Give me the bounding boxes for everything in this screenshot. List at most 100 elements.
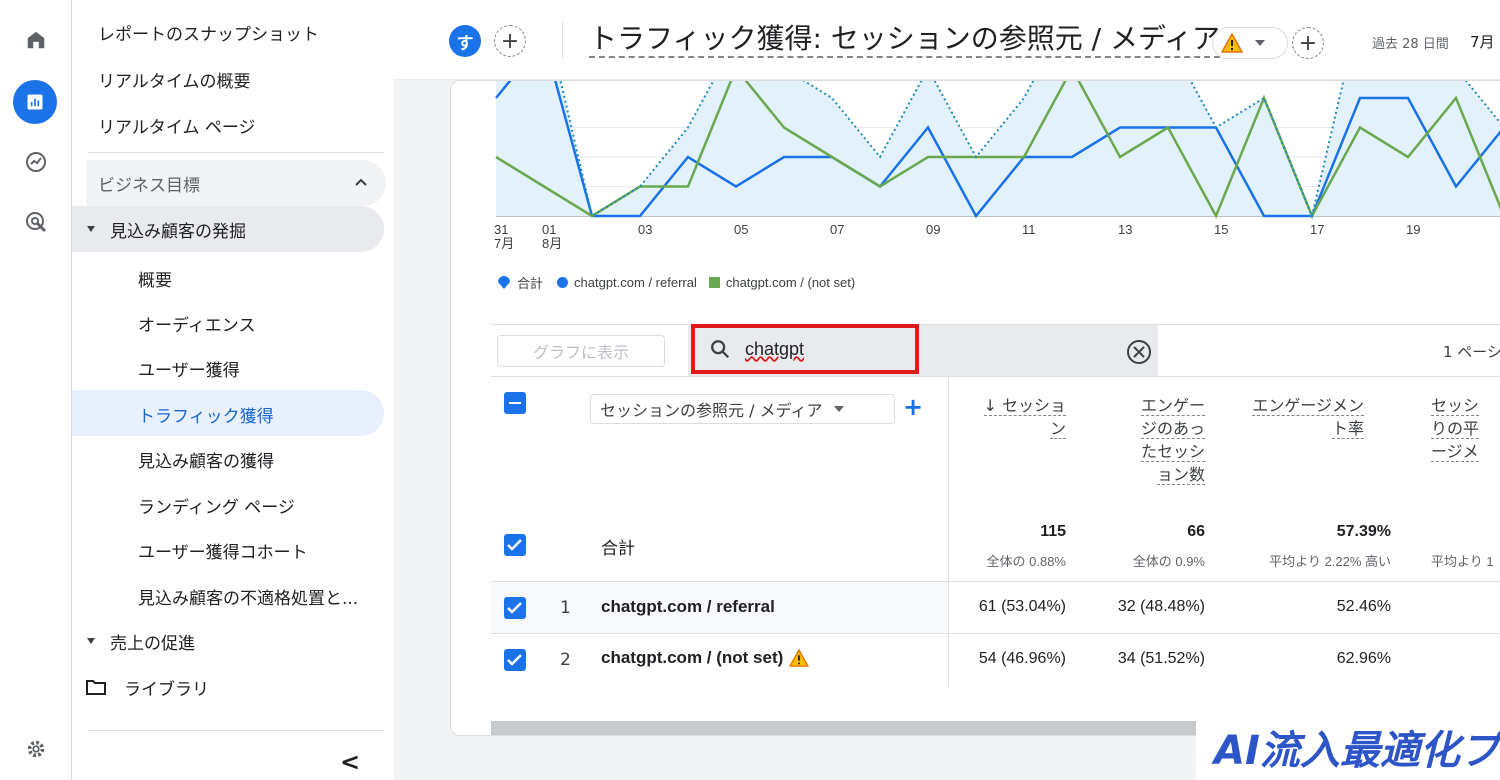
row-sessions: 61 (53.04%) <box>978 598 1066 615</box>
watermark-text: AI流入最適化プロ <box>1214 728 1500 774</box>
add-comparison-button[interactable]: + <box>494 25 526 57</box>
row-index: 2 <box>560 650 571 670</box>
watermark-logo: AI流入最適化プロ <box>1214 718 1500 776</box>
date-range-value[interactable]: 7月 <box>1470 31 1495 52</box>
group-label: 売上の促進 <box>110 633 195 654</box>
header-line: ン <box>1049 419 1066 439</box>
sidebar-divider <box>88 730 384 731</box>
total-rate-sub: 平均より 2.22% 高い <box>1269 554 1391 569</box>
clear-search-icon[interactable] <box>1126 339 1152 365</box>
reports-icon[interactable] <box>13 80 57 124</box>
sidebar-group-sales[interactable]: 売上の促進 <box>72 618 384 664</box>
select-all-checkbox[interactable] <box>504 392 526 414</box>
row-engaged: 32 (48.48%) <box>1117 598 1205 615</box>
circle-icon <box>557 277 569 288</box>
sidebar-section-business-goals[interactable]: ビジネス目標 <box>86 160 386 206</box>
date-range-label[interactable]: 過去 28 日間 <box>1372 33 1449 52</box>
dimension-dropdown[interactable]: セッションの参照元 / メディア <box>590 394 895 424</box>
title-alert-dropdown[interactable] <box>1212 27 1288 59</box>
header-line: ↓ セッショ <box>983 396 1066 416</box>
settings-icon[interactable] <box>18 731 54 767</box>
total-label: 合計 <box>601 539 635 559</box>
sidebar-group-lead-generation[interactable]: 見込み顧客の発掘 <box>72 206 384 252</box>
row-rate: 52.46% <box>1336 598 1391 615</box>
legend-referral: chatgpt.com / referral <box>574 275 697 290</box>
search-value: chatgpt <box>745 338 805 359</box>
search-input[interactable]: chatgpt <box>691 324 919 374</box>
sidebar-item-user-acquisition[interactable]: ユーザー獲得 <box>138 356 240 381</box>
header-line: エンゲージメン <box>1252 396 1364 416</box>
caret-down-icon <box>87 638 95 644</box>
warning-icon <box>1221 33 1243 53</box>
sidebar-item-realtime-pages[interactable]: リアルタイム ページ <box>98 113 256 138</box>
row-name[interactable]: chatgpt.com / referral <box>601 597 775 617</box>
add-dimension-button[interactable]: + <box>903 393 923 421</box>
explore-icon[interactable] <box>18 144 54 180</box>
x-tick-label: 05 <box>734 222 749 237</box>
collapse-sidebar-button[interactable]: < <box>340 748 360 776</box>
pagination-label: 1 ペーシ <box>1443 343 1500 361</box>
header-line: ジのあっ <box>1140 419 1205 439</box>
sidebar-item-disqualification[interactable]: 見込み顧客の不適格処置と... <box>138 584 358 609</box>
x-tick-label: 15 <box>1214 222 1229 237</box>
sidebar-item-overview[interactable]: 概要 <box>138 266 172 291</box>
column-header-engaged-sessions[interactable]: エンゲー ジのあっ たセッシ ョン数 <box>1101 394 1205 486</box>
plot-rows-button[interactable]: グラフに表示 <box>497 335 665 367</box>
home-icon[interactable] <box>18 22 54 58</box>
row-sessions: 54 (46.96%) <box>978 650 1066 667</box>
column-header-truncated[interactable]: セッシ りの平 ージメ <box>1431 394 1500 463</box>
x-tick-label: 11 <box>1022 222 1036 237</box>
legend-total: 合計 <box>517 276 544 291</box>
row-checkbox[interactable] <box>504 649 526 671</box>
report-card: 31 7月 01 8月 03 05 07 09 11 13 15 17 19 2 合計 chatgpt… <box>450 80 1500 736</box>
square-icon <box>708 277 720 288</box>
page-title: トラフィック獲得: セッションの参照元 / メディア <box>589 22 1221 58</box>
sidebar-item-landing-page[interactable]: ランディング ページ <box>138 493 295 518</box>
folder-icon <box>86 680 106 695</box>
sidebar-item-audience[interactable]: オーディエンス <box>138 311 255 336</box>
sidebar-divider <box>88 152 384 153</box>
library-label: ライブラリ <box>124 679 209 700</box>
sidebar-item-traffic-acquisition[interactable]: トラフィック獲得 <box>138 402 274 427</box>
header-line: ージメ <box>1431 442 1479 462</box>
header-line: りの平 <box>1431 419 1480 439</box>
row-checkbox[interactable] <box>504 597 526 619</box>
pin-icon <box>498 275 510 289</box>
add-filter-button[interactable]: + <box>1292 27 1324 59</box>
total-sessions: 115 <box>1040 523 1066 540</box>
column-header-engagement-rate[interactable]: エンゲージメン ト率 <box>1231 394 1364 440</box>
check-icon <box>507 602 522 614</box>
check-icon <box>507 654 522 666</box>
total-engaged: 66 <box>1187 523 1205 540</box>
sidebar-item-snapshot[interactable]: レポートのスナップショット <box>98 20 319 45</box>
total-sessions-sub: 全体の 0.88% <box>986 554 1066 569</box>
sidebar-item-realtime-overview[interactable]: リアルタイムの概要 <box>98 67 251 92</box>
x-tick-label: 07 <box>830 222 845 237</box>
sidebar-item-cohort[interactable]: ユーザー獲得コホート <box>138 538 308 563</box>
header-line: たセッシ <box>1140 442 1205 462</box>
caret-down-icon <box>1255 40 1265 46</box>
section-label: ビジネス目標 <box>98 175 200 196</box>
avatar[interactable]: す <box>449 25 481 57</box>
report-header: す + トラフィック獲得: セッションの参照元 / メディア + 過去 28 日… <box>394 0 1500 80</box>
advertising-icon[interactable] <box>18 204 54 240</box>
total-truncated-sub: 平均より 1 <box>1431 554 1494 569</box>
column-header-sessions[interactable]: ↓ セッショ ン <box>956 394 1066 440</box>
sidebar-item-lead-acquisition[interactable]: 見込み顧客の獲得 <box>138 447 274 472</box>
row-name-cell: chatgpt.com / (not set) <box>601 648 810 668</box>
total-checkbox[interactable] <box>504 534 526 556</box>
legend-not-set: chatgpt.com / (not set) <box>725 275 856 290</box>
sidebar-item-library[interactable]: ライブラリ <box>72 664 384 710</box>
header-divider <box>562 22 563 58</box>
row-divider <box>491 633 1500 634</box>
row-name[interactable]: chatgpt.com / (not set) <box>601 648 783 668</box>
x-tick-label: 19 <box>1406 222 1421 237</box>
header-line: ト率 <box>1331 419 1364 439</box>
chevron-up-icon <box>355 178 367 186</box>
warning-icon[interactable] <box>789 649 810 667</box>
dimension-label: セッションの参照元 / メディア <box>600 401 823 420</box>
row-rate: 62.96% <box>1336 650 1391 667</box>
group-label: 見込み顧客の発掘 <box>110 221 246 242</box>
x-tick-label: 03 <box>638 222 653 237</box>
caret-down-icon <box>87 226 95 232</box>
